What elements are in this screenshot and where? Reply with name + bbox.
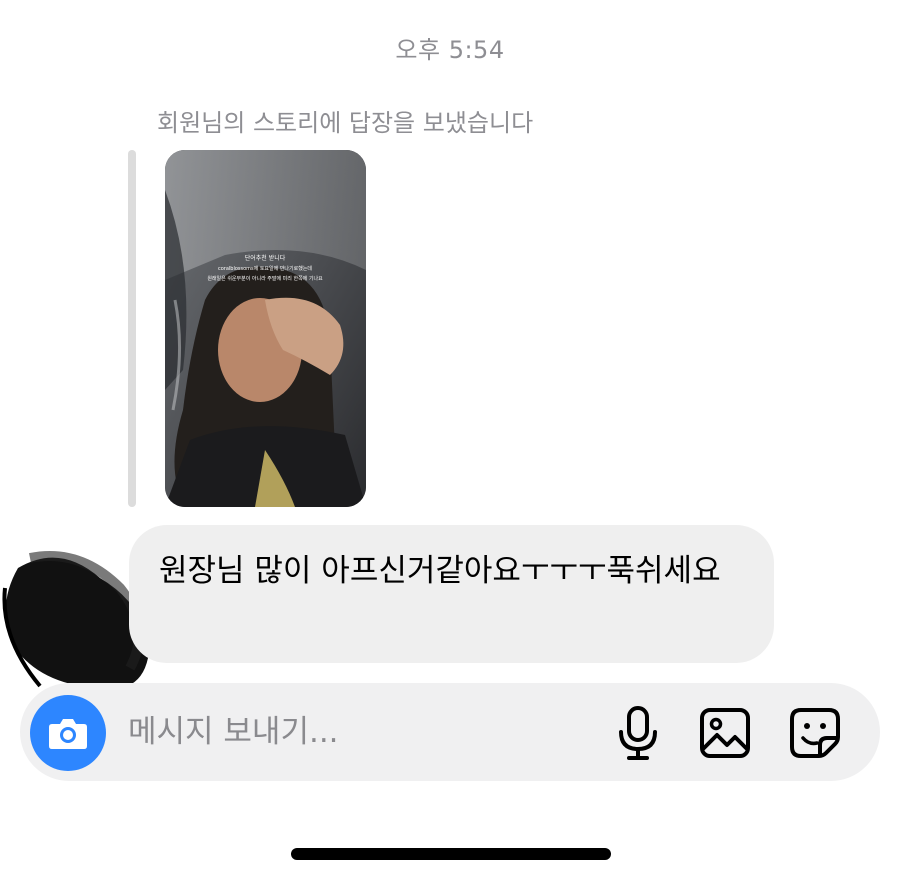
message-timestamp: 오후 5:54 (395, 36, 505, 64)
microphone-button[interactable] (610, 705, 666, 761)
sticker-button[interactable] (787, 705, 843, 761)
story-reply-note: 회원님의 스토리에 답장을 보냈습니다 (157, 109, 534, 137)
story-caption-line-2: coralblossoms에 토요일에 만나기로했는데 (218, 265, 312, 272)
story-thumbnail[interactable]: 단어추천 받니다 coralblossoms에 토요일에 만나기로했는데 원래일… (165, 150, 366, 507)
gallery-button[interactable] (697, 705, 753, 761)
gallery-icon (700, 708, 750, 758)
camera-button[interactable] (30, 695, 106, 771)
story-caption-line-3: 원래일은 쉬운부분이 아니라 주말에 미리 한쪽에 기나요 (207, 275, 323, 282)
home-indicator[interactable] (291, 848, 611, 860)
story-caption-line-1: 단어추천 받니다 (245, 254, 286, 262)
camera-icon (49, 719, 87, 749)
microphone-icon (619, 706, 657, 760)
message-bubble[interactable]: 원장님 많이 아프신거같아요ㅜㅜㅜ푹쉬세요 (129, 525, 774, 663)
message-input[interactable] (128, 707, 588, 757)
reply-quote-bar (128, 150, 136, 507)
message-composer (20, 683, 880, 781)
sticker-icon (790, 708, 840, 758)
story-photo: 단어추천 받니다 coralblossoms에 토요일에 만나기로했는데 원래일… (165, 150, 366, 507)
